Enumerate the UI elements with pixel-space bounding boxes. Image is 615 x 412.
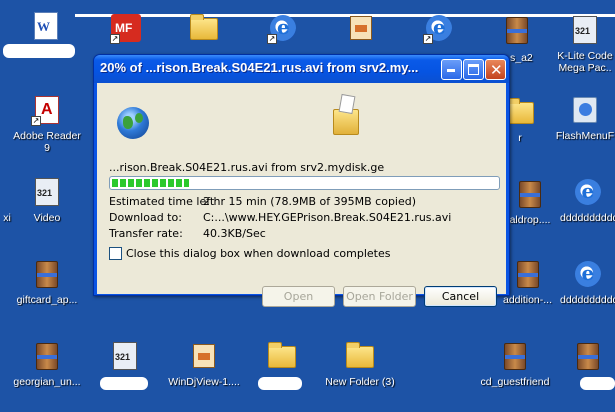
folder-icon — [266, 340, 298, 372]
transfer-rate-value: 40.3KB/Sec — [203, 227, 266, 240]
word-doc-icon — [30, 10, 62, 42]
download-dialog: 20% of ...rison.Break.S04E21.rus.avi fro… — [93, 54, 510, 307]
desktop-icon-new-folder-3[interactable]: New Folder (3) — [317, 340, 403, 388]
archive-box-icon — [345, 12, 377, 44]
winrar-icon — [499, 340, 531, 372]
desktop-icon-folder-1[interactable] — [161, 12, 247, 48]
close-button[interactable]: ✕ — [485, 59, 506, 80]
winrar-icon — [501, 14, 533, 46]
close-when-done-checkbox[interactable] — [109, 247, 122, 260]
folder-icon — [344, 340, 376, 372]
download-progress-bar — [109, 176, 500, 190]
download-folder-icon — [333, 93, 359, 135]
hidden-label-bar — [258, 377, 302, 390]
internet-explorer-icon — [572, 176, 604, 208]
desktop-icon-video-2[interactable] — [82, 340, 168, 376]
desktop-icon-aldrop[interactable]: aldrop.... — [505, 178, 555, 226]
desktop-icon-mediafire[interactable]: ↗ — [83, 12, 169, 48]
desktop-icon-word[interactable] — [3, 10, 89, 46]
desktop-icon-ddd-2[interactable]: dddddddddddddd — [560, 258, 615, 306]
maximize-icon — [468, 64, 479, 75]
window-title: 20% of ...rison.Break.S04E21.rus.avi fro… — [100, 60, 419, 75]
download-to-value: C:...\www.HEY.GEPrison.Break.S04E21.rus.… — [203, 211, 452, 224]
flash-menu-icon — [569, 94, 601, 126]
hidden-label-bar — [580, 377, 615, 390]
open-button[interactable]: Open — [262, 286, 335, 307]
desktop-icon-windjview[interactable]: WinDjView-1.... — [161, 340, 247, 388]
minimize-button[interactable] — [441, 59, 462, 80]
winrar-icon — [31, 340, 63, 372]
hidden-label-bar — [3, 44, 75, 58]
winrar-icon — [31, 258, 63, 290]
desktop-icon-rar-last[interactable] — [560, 340, 615, 376]
title-bar[interactable]: 20% of ...rison.Break.S04E21.rus.avi fro… — [94, 55, 509, 83]
winrar-icon — [512, 258, 544, 290]
desktop-icon-video[interactable]: Video — [4, 176, 90, 224]
desktop-icon-ie-1[interactable]: ↗ — [240, 12, 326, 48]
globe-icon — [117, 107, 149, 139]
desktop-icon-cd-guestfriend[interactable]: cd_guestfriend — [472, 340, 558, 388]
desktop-icon-flashmenu[interactable]: FlashMenuF — [555, 94, 615, 142]
close-when-done-label[interactable]: Close this dialog box when download comp… — [126, 247, 390, 260]
desktop-icon-georgian[interactable]: georgian_un... — [4, 340, 90, 388]
estimated-time-value: 2 hr 15 min (78.9MB of 395MB copied) — [203, 195, 417, 208]
dialog-body: ...rison.Break.S04E21.rus.avi from srv2.… — [97, 83, 506, 294]
transfer-rate-row: Transfer rate: 40.3KB/Sec — [109, 227, 266, 240]
winrar-icon — [514, 178, 546, 210]
internet-explorer-icon — [572, 258, 604, 290]
video-file-icon — [31, 176, 63, 208]
desktop-icon-klite[interactable]: K-Lite Code Mega Pac.. — [555, 14, 615, 74]
desktop-icon-adobe-reader[interactable]: ↗ Adobe Reader 9 — [4, 94, 90, 154]
desktop-icon-ie-2[interactable]: ↗ — [396, 12, 482, 48]
close-icon: ✕ — [490, 61, 503, 79]
download-filename: ...rison.Break.S04E21.rus.avi from srv2.… — [109, 161, 385, 174]
download-to-label: Download to: — [109, 211, 182, 224]
media-player-classic-icon — [569, 14, 601, 46]
desktop-icon-ddd-1[interactable]: dddddddddddddd — [560, 176, 615, 224]
download-to-row: Download to: C:...\www.HEY.GEPrison.Brea… — [109, 211, 451, 224]
video-file-icon — [109, 340, 141, 372]
minimize-icon — [447, 69, 455, 72]
maximize-button[interactable] — [463, 59, 484, 80]
desktop-icon-folder-2[interactable] — [239, 340, 325, 376]
desktop-icon-giftcard[interactable]: giftcard_ap... — [4, 258, 90, 306]
mediafire-icon: ↗ — [110, 12, 142, 44]
transfer-rate-label: Transfer rate: — [109, 227, 183, 240]
progress-fill — [112, 179, 189, 187]
installer-icon — [188, 340, 220, 372]
open-folder-button[interactable]: Open Folder — [343, 286, 416, 307]
winrar-icon — [572, 340, 604, 372]
hidden-label-bar — [100, 377, 148, 390]
adobe-reader-icon: ↗ — [31, 94, 63, 126]
internet-explorer-icon: ↗ — [423, 12, 455, 44]
estimated-time-row: Estimated time left 2 hr 15 min (78.9MB … — [109, 195, 416, 208]
desktop-icon-archive[interactable] — [318, 12, 404, 48]
internet-explorer-icon: ↗ — [267, 12, 299, 44]
cancel-button[interactable]: Cancel — [424, 286, 497, 307]
folder-icon — [188, 12, 220, 44]
estimated-time-label: Estimated time left — [109, 195, 215, 208]
